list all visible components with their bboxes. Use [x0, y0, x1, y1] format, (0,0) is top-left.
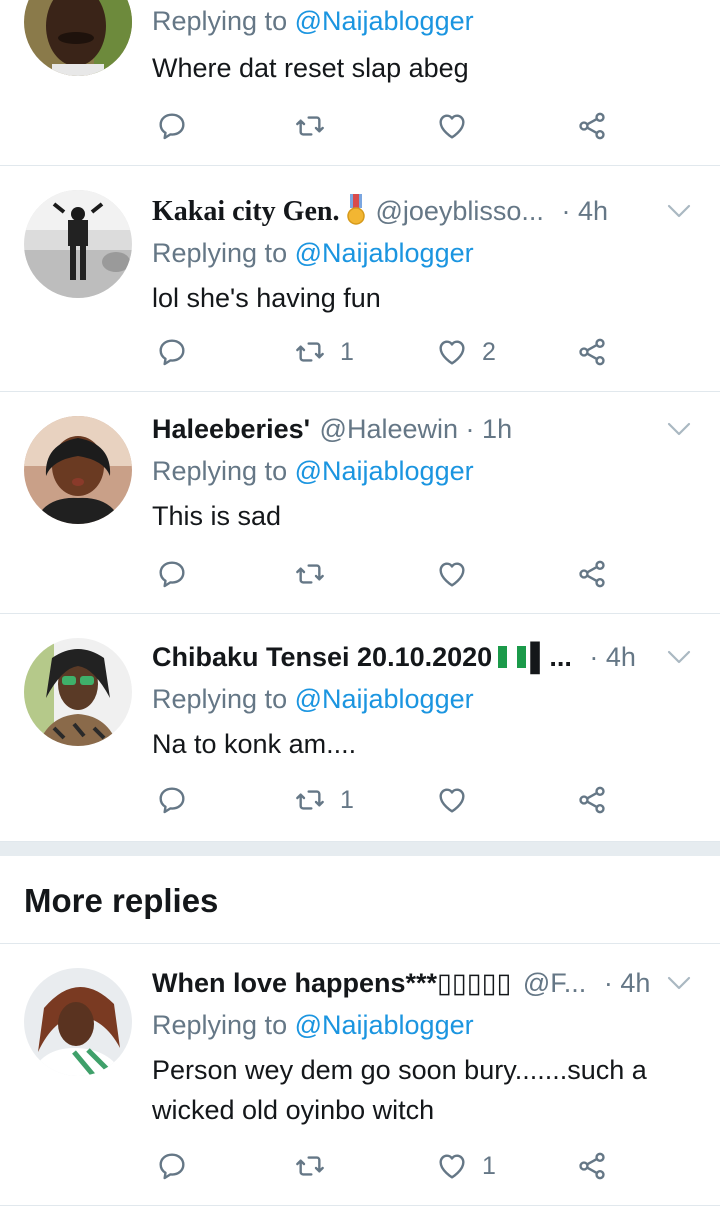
avatar[interactable] — [24, 190, 132, 298]
tweet-text: lol she's having fun — [152, 283, 381, 313]
user-handle[interactable]: @Haleewin — [320, 414, 458, 444]
tweet-text: Where dat reset slap abeg — [152, 53, 469, 83]
display-name[interactable]: When love happens***▯▯▯▯▯ — [152, 968, 511, 998]
separator-dot: · — [561, 196, 571, 226]
user-handle[interactable]: @F... — [523, 968, 586, 998]
user-handle[interactable]: @joeyblisso... — [375, 196, 543, 226]
avatar[interactable] — [24, 638, 132, 746]
tweet-card[interactable]: Kakai city Gen. @joeyblisso... · 4h Reply… — [0, 166, 720, 392]
caret-down-icon[interactable] — [666, 636, 692, 678]
nigeria-flag-icon — [498, 646, 527, 668]
reply-icon — [159, 1153, 185, 1180]
retweet-icon — [296, 1156, 324, 1176]
like-button[interactable]: 1 — [436, 1144, 496, 1188]
like-count: 2 — [482, 337, 496, 366]
like-button[interactable] — [436, 552, 468, 596]
tweet-card[interactable]: When love happens***▯▯▯▯▯ @F... · 4h Rep… — [0, 944, 720, 1206]
retweet-icon — [296, 116, 324, 136]
retweet-button[interactable]: 1 — [294, 330, 354, 374]
tweet-time[interactable]: 4h — [578, 196, 608, 226]
tweet-header: Chibaku Tensei 20.10.2020 ▌... · 4h — [152, 636, 700, 678]
tweet-text: This is sad — [152, 501, 282, 531]
share-button[interactable] — [576, 778, 608, 822]
share-button[interactable] — [576, 104, 608, 148]
user-handle[interactable]: ... — [549, 642, 572, 672]
section-divider — [0, 842, 720, 856]
replying-to: Replying to @Naijablogger — [152, 6, 474, 36]
share-button[interactable] — [576, 552, 608, 596]
like-icon — [439, 114, 465, 139]
tweet-text: Na to konk am.... — [152, 729, 357, 759]
replying-to: Replying to @Naijablogger — [152, 1010, 474, 1040]
like-count: 1 — [482, 1151, 496, 1180]
avatar[interactable] — [24, 968, 132, 1076]
tweet-header: When love happens***▯▯▯▯▯ @F... · 4h — [152, 962, 700, 1004]
tweet-time[interactable]: 4h — [620, 968, 650, 998]
like-icon — [439, 562, 465, 587]
reply-button[interactable] — [156, 104, 188, 148]
reply-icon — [159, 113, 185, 140]
medal-icon — [347, 194, 366, 225]
retweet-button[interactable] — [294, 1144, 326, 1188]
retweet-icon — [296, 790, 324, 810]
reply-button[interactable] — [156, 552, 188, 596]
caret-down-icon[interactable] — [666, 408, 692, 450]
caret-down-icon[interactable] — [666, 190, 692, 232]
tweet-text: Person wey dem go soon bury.......such a… — [152, 1055, 647, 1125]
retweet-icon — [296, 564, 324, 584]
like-icon — [439, 340, 465, 365]
tweet-card[interactable]: Haleeberies' @Haleewin · 1h Replying to … — [0, 392, 720, 614]
reply-icon — [159, 787, 185, 814]
like-button[interactable]: 2 — [436, 330, 496, 374]
retweet-icon — [296, 342, 324, 362]
retweet-button[interactable]: 1 — [294, 778, 354, 822]
separator-dot: · — [603, 968, 613, 998]
separator-dot: · — [465, 414, 475, 444]
more-replies-title: More replies — [24, 882, 219, 919]
tweet-card[interactable]: Replying to @Naijablogger Where dat rese… — [0, 0, 720, 166]
retweet-count: 1 — [340, 785, 354, 814]
share-icon — [579, 560, 605, 588]
share-icon — [579, 786, 605, 814]
tweet-card[interactable]: Chibaku Tensei 20.10.2020 ▌... · 4h Reply… — [0, 614, 720, 842]
display-name[interactable]: Haleeberies' — [152, 414, 310, 444]
tweet-time[interactable]: 1h — [482, 414, 512, 444]
mention-link[interactable]: @Naijablogger — [295, 6, 474, 36]
mention-link[interactable]: @Naijablogger — [295, 1010, 474, 1040]
like-button[interactable] — [436, 778, 468, 822]
share-button[interactable] — [576, 1144, 608, 1188]
share-button[interactable] — [576, 330, 608, 374]
reply-icon — [159, 561, 185, 588]
separator-dot: · — [589, 642, 599, 672]
reply-button[interactable] — [156, 330, 188, 374]
reply-button[interactable] — [156, 1144, 188, 1188]
like-icon — [439, 1154, 465, 1179]
display-name[interactable]: Chibaku Tensei 20.10.2020 — [152, 642, 492, 672]
share-icon — [579, 1152, 605, 1180]
retweet-button[interactable] — [294, 552, 326, 596]
mention-link[interactable]: @Naijablogger — [295, 238, 474, 268]
share-icon — [579, 112, 605, 140]
caret-down-icon[interactable] — [666, 962, 692, 1004]
more-replies-header: More replies — [0, 856, 720, 944]
retweet-count: 1 — [340, 337, 354, 366]
tweet-header: Haleeberies' @Haleewin · 1h — [152, 408, 700, 450]
mention-link[interactable]: @Naijablogger — [295, 456, 474, 486]
retweet-button[interactable] — [294, 104, 326, 148]
like-button[interactable] — [436, 104, 468, 148]
share-icon — [579, 338, 605, 366]
avatar[interactable] — [24, 416, 132, 524]
tweet-time[interactable]: 4h — [606, 642, 636, 672]
tweet-header: Kakai city Gen. @joeyblisso... · 4h — [152, 190, 700, 232]
display-name[interactable]: Kakai city Gen. — [152, 196, 339, 227]
like-icon — [439, 788, 465, 813]
replying-to: Replying to @Naijablogger — [152, 456, 474, 486]
reply-button[interactable] — [156, 778, 188, 822]
replying-to: Replying to @Naijablogger — [152, 684, 474, 714]
replying-to: Replying to @Naijablogger — [152, 238, 474, 268]
mention-link[interactable]: @Naijablogger — [295, 684, 474, 714]
avatar[interactable] — [24, 0, 132, 76]
reply-icon — [159, 339, 185, 366]
